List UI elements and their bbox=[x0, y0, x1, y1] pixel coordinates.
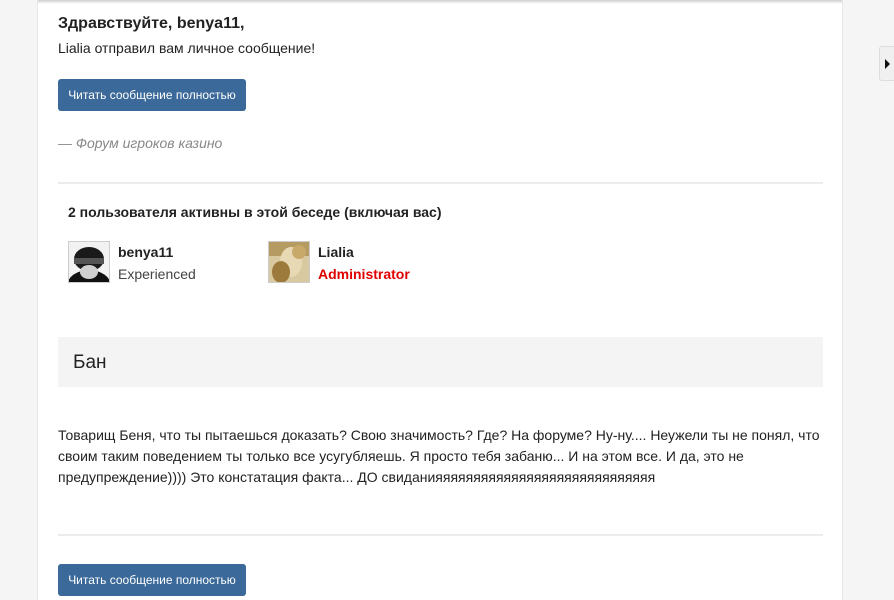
username-lialia[interactable]: Lialia bbox=[318, 244, 354, 260]
email-page: Здравствуйте, benya11, Lialia отправил в… bbox=[0, 0, 894, 600]
message-body: Товарищ Беня, что ты пытаешься доказать?… bbox=[58, 427, 820, 485]
avatar-lialia[interactable] bbox=[268, 241, 310, 283]
chevron-right-icon bbox=[885, 59, 890, 69]
avatar-benya11[interactable] bbox=[68, 241, 110, 283]
top-shadow bbox=[38, 0, 842, 4]
greeting: Здравствуйте, benya11, bbox=[58, 15, 245, 32]
username-benya11[interactable]: benya11 bbox=[118, 244, 173, 260]
usertitle-lialia: Administrator bbox=[318, 266, 410, 282]
read-message-button-bottom[interactable]: Читать сообщение полностью bbox=[58, 564, 246, 596]
read-message-button-top[interactable]: Читать сообщение полностью bbox=[58, 79, 246, 111]
signature: — Форум игроков казино bbox=[58, 135, 223, 151]
email-card: Здравствуйте, benya11, Lialia отправил в… bbox=[37, 0, 843, 600]
divider bbox=[58, 534, 823, 536]
usertitle-benya11: Experienced bbox=[118, 266, 196, 282]
divider bbox=[58, 182, 823, 184]
message-subject: Бан bbox=[73, 352, 107, 373]
intro-text: Lialia отправил вам личное сообщение! bbox=[58, 40, 316, 56]
participants-title: 2 пользователя активны в этой беседе (вк… bbox=[68, 204, 442, 220]
side-panel-toggle[interactable] bbox=[879, 46, 894, 81]
message-subject-box: Бан bbox=[58, 337, 823, 387]
